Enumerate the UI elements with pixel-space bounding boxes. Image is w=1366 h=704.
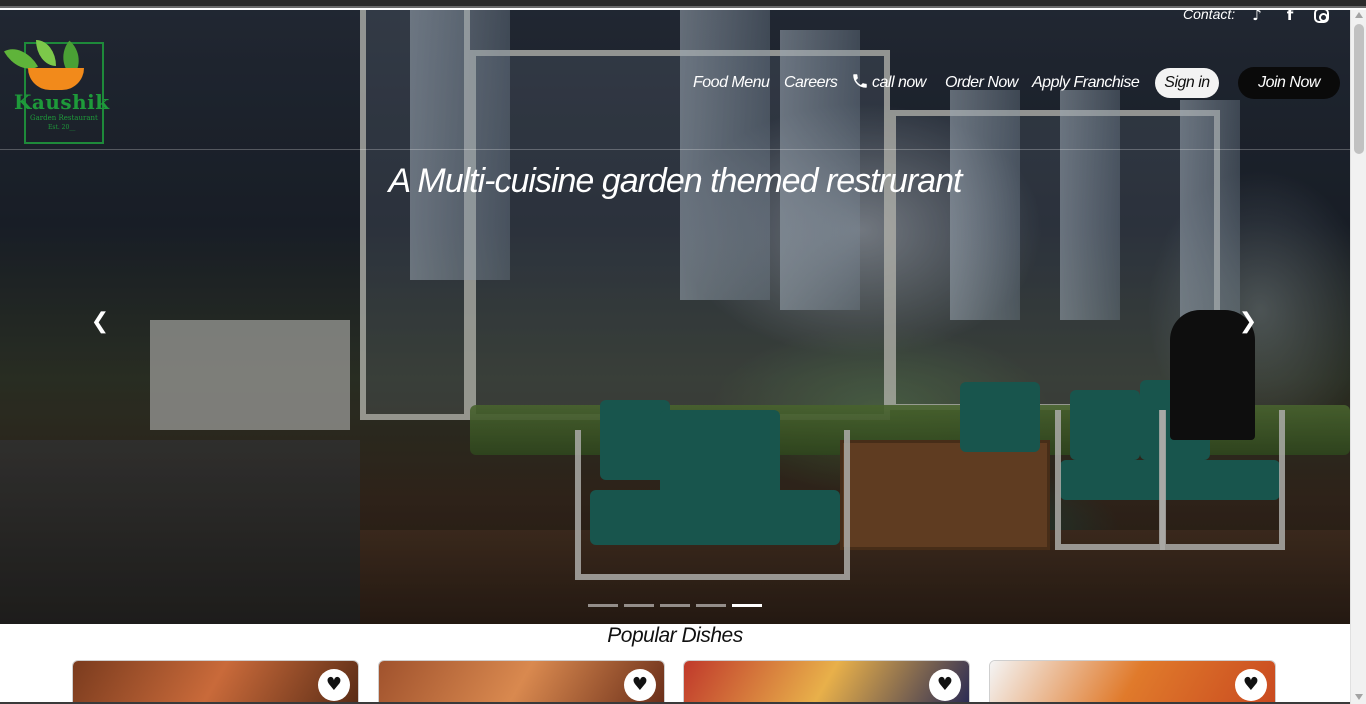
scroll-up-icon[interactable] — [1355, 12, 1363, 18]
sign-in-button[interactable]: Sign in — [1155, 68, 1219, 98]
carousel-indicator-3[interactable] — [660, 604, 690, 607]
nav-apply-franchise[interactable]: Apply Franchise — [1032, 74, 1140, 92]
hero-title: A Multi-cuisine garden themed restrurant — [388, 162, 963, 200]
carousel-indicator-4[interactable] — [696, 604, 726, 607]
scroll-down-icon[interactable] — [1355, 694, 1363, 700]
carousel-indicator-1[interactable] — [588, 604, 618, 607]
dish-card[interactable]: ♥ — [72, 660, 359, 704]
heart-icon[interactable]: ♥ — [929, 669, 961, 701]
logo-tagline: Est. 20__ — [48, 124, 76, 131]
chevron-left-icon[interactable]: ❮ — [90, 310, 110, 334]
tiktok-icon[interactable]: ♪ — [1248, 6, 1266, 24]
instagram-icon[interactable] — [1314, 8, 1329, 23]
join-now-button[interactable]: Join Now — [1238, 67, 1340, 99]
phone-icon[interactable] — [851, 72, 869, 90]
contact-label: Contact: — [1183, 6, 1236, 22]
scroll-thumb[interactable] — [1354, 24, 1364, 154]
dish-image — [73, 661, 358, 703]
heart-icon[interactable]: ♥ — [1235, 669, 1267, 701]
dish-image — [684, 661, 969, 703]
popular-dishes-title: Popular Dishes — [607, 624, 743, 647]
nav-careers[interactable]: Careers — [784, 74, 838, 92]
page-scrollbar[interactable] — [1350, 10, 1366, 704]
dish-card[interactable]: ♥ — [989, 660, 1276, 704]
chevron-right-icon[interactable]: ❯ — [1238, 310, 1258, 334]
hero-overlay — [0, 10, 1350, 624]
carousel-indicator-5[interactable] — [732, 604, 762, 607]
nav-call-now[interactable]: call now — [872, 74, 926, 92]
nav-order-now[interactable]: Order Now — [945, 74, 1018, 92]
dish-image — [990, 661, 1275, 703]
heart-icon[interactable]: ♥ — [624, 669, 656, 701]
logo-subtitle: Garden Restaurant — [30, 114, 98, 122]
nav-food-menu[interactable]: Food Menu — [693, 74, 770, 92]
dish-card[interactable]: ♥ — [683, 660, 970, 704]
carousel-indicator-2[interactable] — [624, 604, 654, 607]
dish-image — [379, 661, 664, 703]
facebook-icon[interactable]: f — [1281, 6, 1299, 24]
dish-card[interactable]: ♥ — [378, 660, 665, 704]
hero-carousel: A Multi-cuisine garden themed restrurant… — [0, 10, 1350, 624]
heart-icon[interactable]: ♥ — [318, 669, 350, 701]
browser-top-bar — [0, 0, 1366, 8]
header-divider — [0, 149, 1350, 150]
